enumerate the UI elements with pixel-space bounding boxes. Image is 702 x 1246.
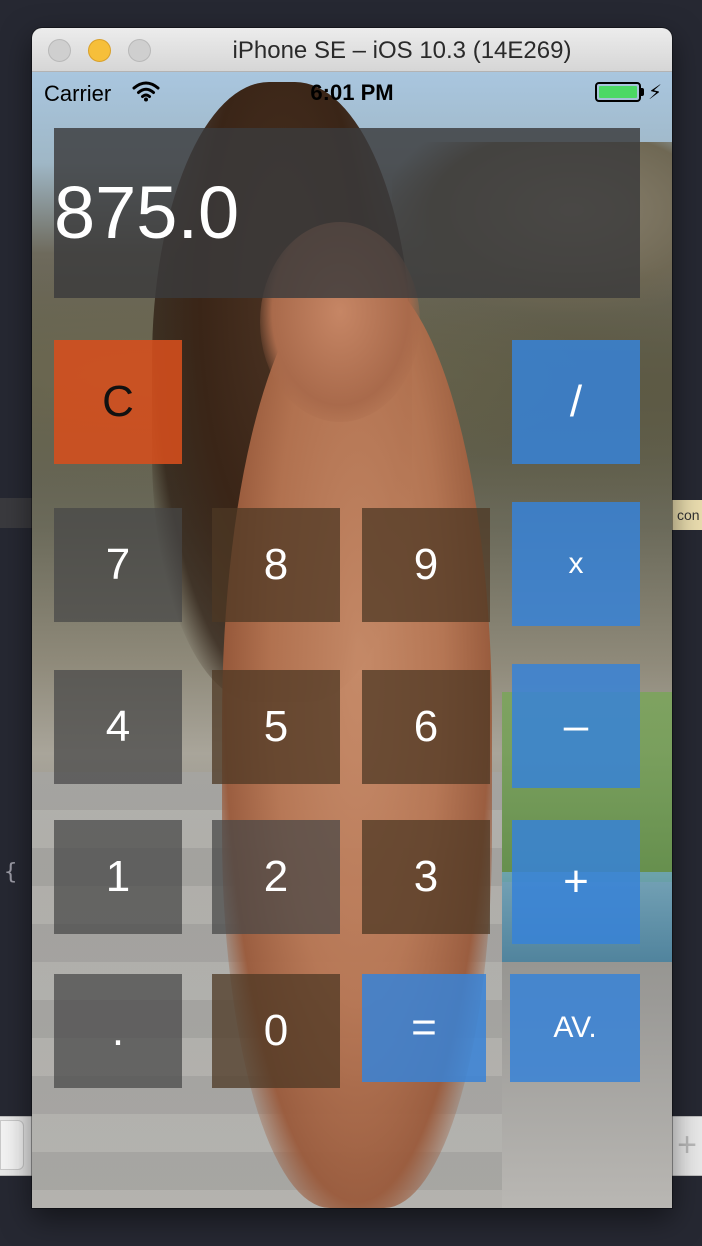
digit-4-button[interactable]: 4: [54, 670, 182, 784]
window-title: iPhone SE – iOS 10.3 (14E269): [232, 37, 572, 64]
digit-3-button[interactable]: 3: [362, 820, 490, 934]
add-button[interactable]: +: [512, 820, 640, 944]
digit-9-button[interactable]: 9: [362, 508, 490, 622]
minimize-window-button[interactable]: [88, 39, 111, 62]
digit-7-button[interactable]: 7: [54, 508, 182, 622]
decimal-button[interactable]: .: [54, 974, 182, 1088]
battery-cap: [641, 88, 644, 96]
average-button[interactable]: AV.: [510, 974, 640, 1082]
subtract-button[interactable]: –: [512, 664, 640, 788]
zoom-window-button[interactable]: [128, 39, 151, 62]
digit-6-button[interactable]: 6: [362, 670, 490, 784]
divide-button[interactable]: /: [512, 340, 640, 464]
digit-8-button[interactable]: 8: [212, 508, 340, 622]
digit-5-button[interactable]: 5: [212, 670, 340, 784]
digit-2-button[interactable]: 2: [212, 820, 340, 934]
multiply-button[interactable]: x: [512, 502, 640, 626]
digit-0-button[interactable]: 0: [212, 974, 340, 1088]
device-screen: Carrier 6:01 PM ⚡ 875.0 C / 7 8 9 x 4 5 …: [32, 72, 672, 1208]
close-window-button[interactable]: [48, 39, 71, 62]
window-titlebar[interactable]: iPhone SE – iOS 10.3 (14E269): [32, 28, 672, 72]
charging-bolt-icon: ⚡: [648, 82, 663, 104]
equals-button[interactable]: =: [362, 974, 486, 1082]
code-brace-text: {: [4, 860, 18, 885]
calculator-display: 875.0: [54, 128, 640, 298]
background-strip: [0, 498, 34, 528]
simulator-window: iPhone SE – iOS 10.3 (14E269) Carrier 6:…: [32, 28, 672, 1208]
digit-1-button[interactable]: 1: [54, 820, 182, 934]
background-tooltip-snippet: con: [672, 500, 702, 530]
display-value: 875.0: [54, 171, 240, 254]
status-time: 6:01 PM: [310, 80, 394, 105]
add-icon[interactable]: +: [672, 1118, 702, 1172]
battery-icon: [595, 82, 641, 102]
background-bottom-cap: [0, 1120, 24, 1170]
clear-button[interactable]: C: [54, 340, 182, 464]
battery-level: [599, 86, 637, 98]
status-bar: Carrier 6:01 PM ⚡: [32, 72, 672, 112]
